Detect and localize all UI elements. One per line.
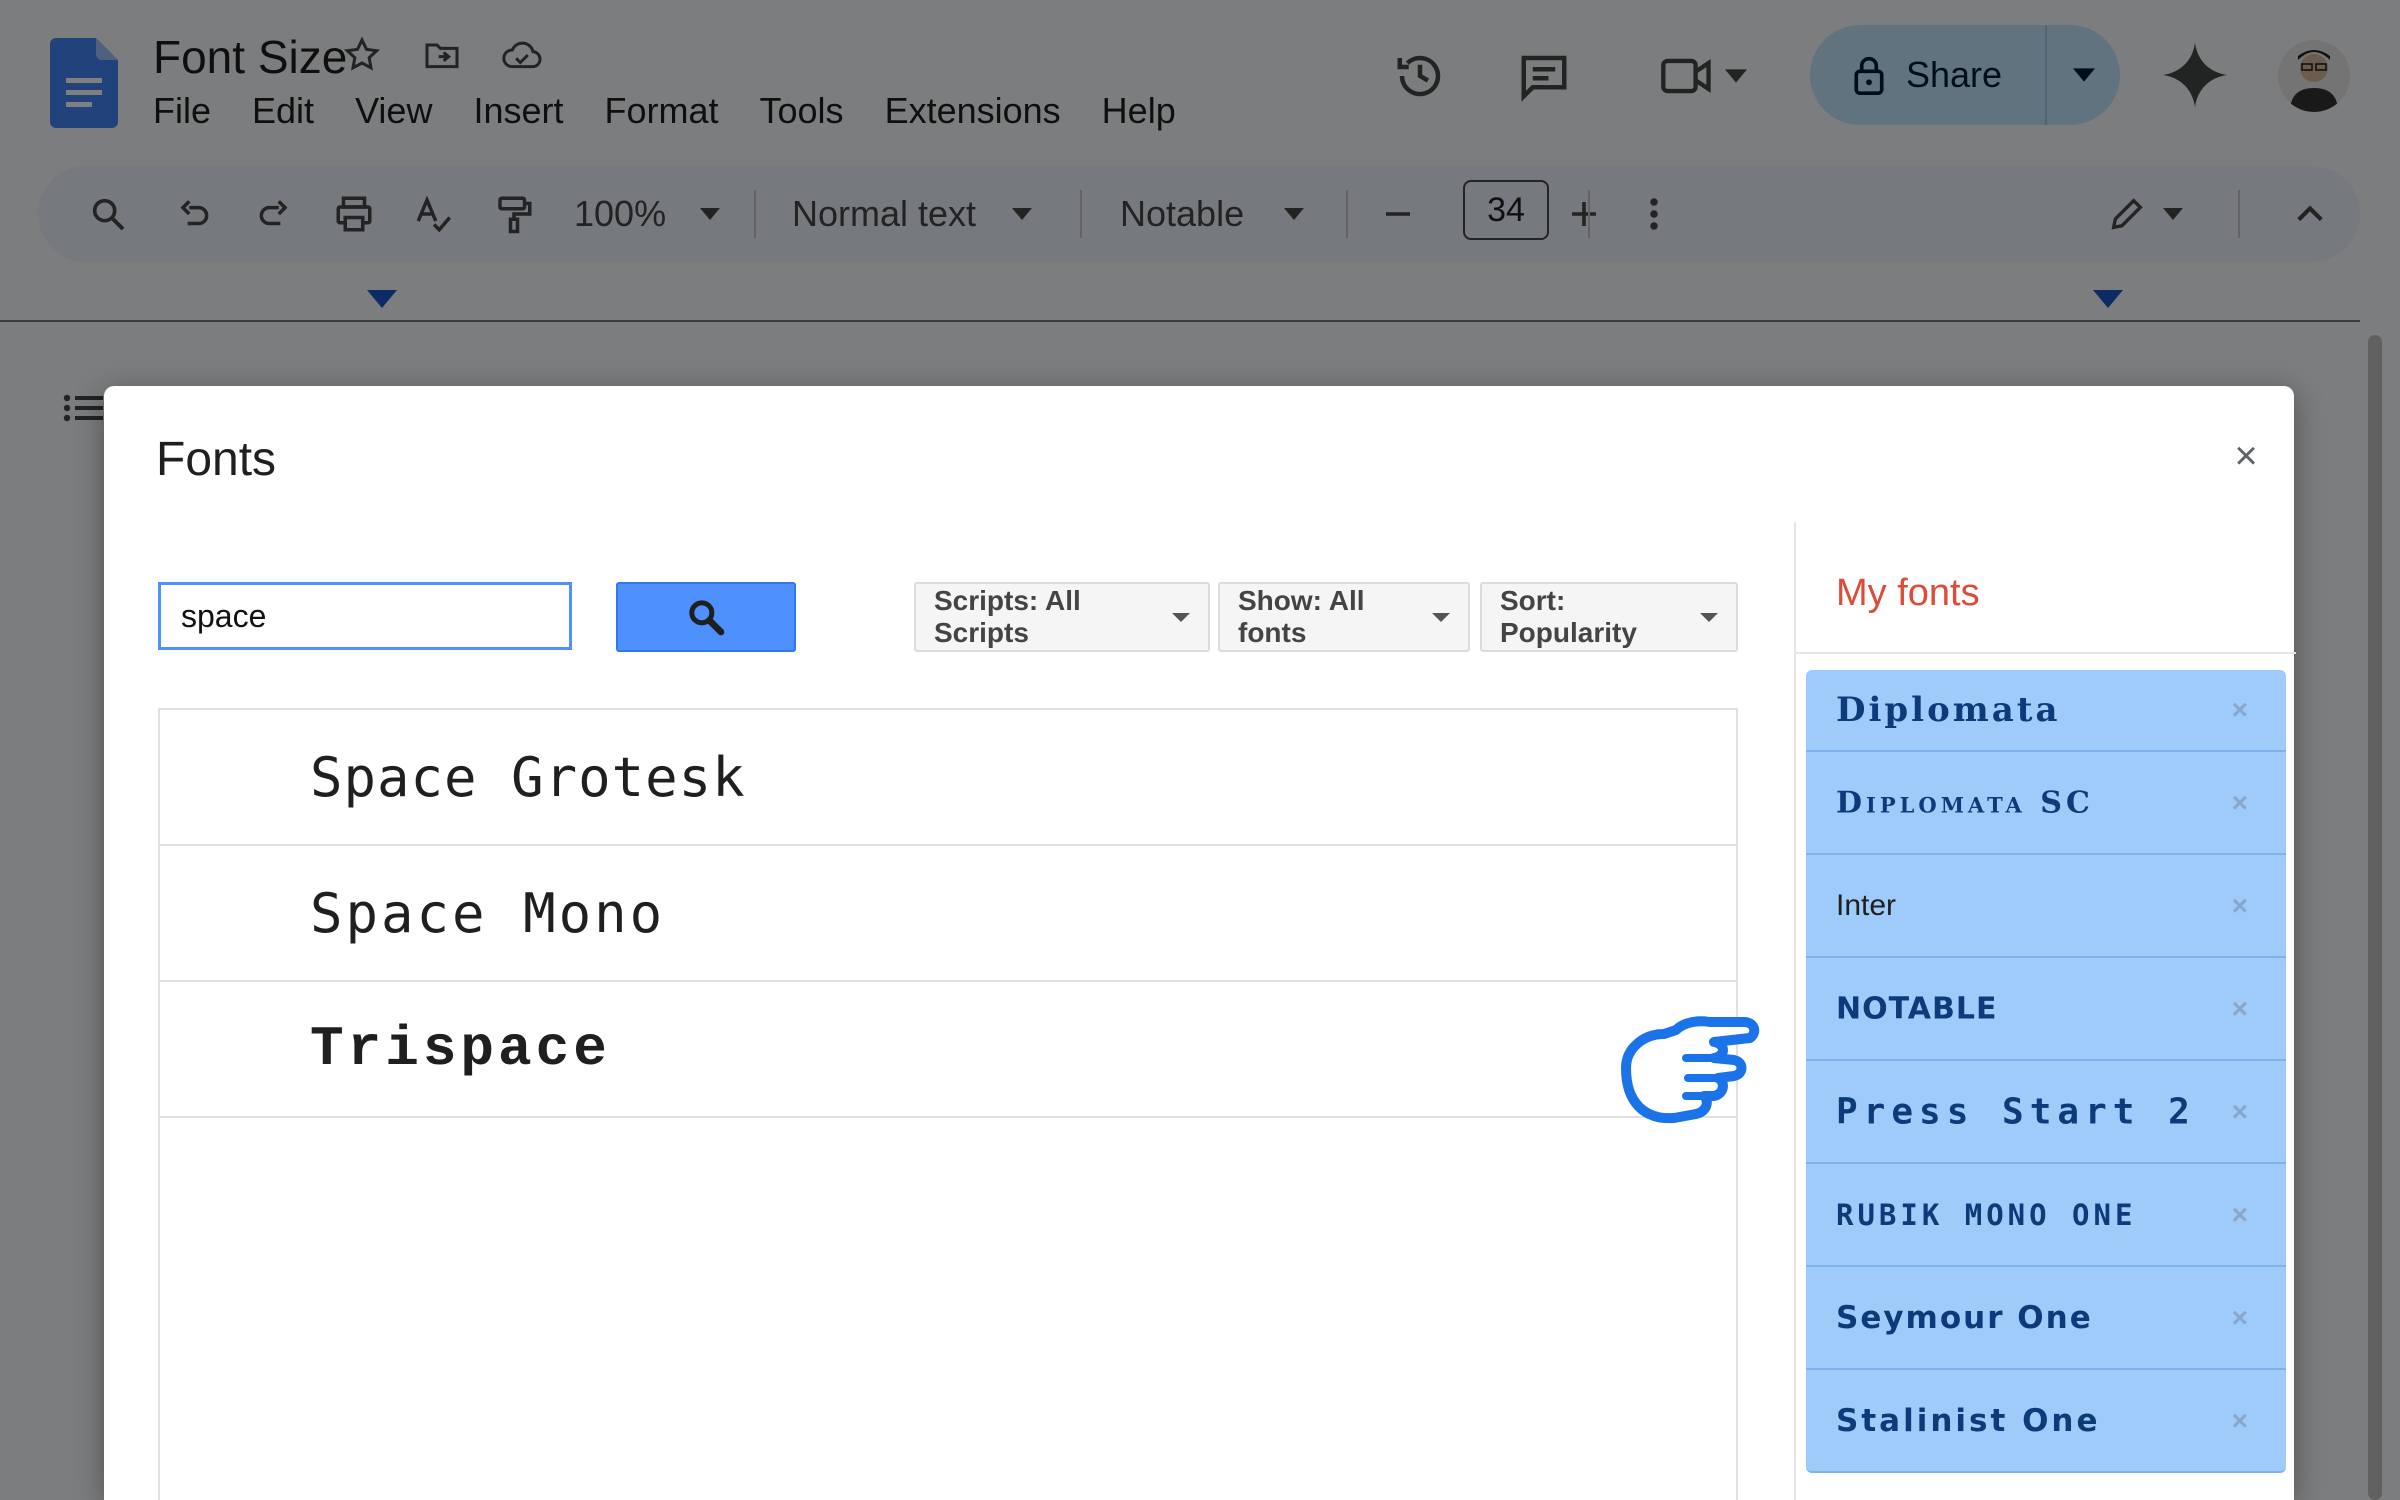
show-filter-label: Show: All fonts: [1238, 585, 1365, 648]
my-font-item[interactable]: Diplomata ×: [1806, 670, 2286, 752]
font-result-space-grotesk[interactable]: Space Grotesk: [160, 710, 1736, 846]
my-font-item[interactable]: RUBIK MONO ONE ×: [1806, 1164, 2286, 1267]
chevron-down-icon: [1700, 612, 1718, 622]
font-search-input[interactable]: [158, 582, 572, 650]
my-font-item[interactable]: NOTABLE ×: [1806, 958, 2286, 1061]
chevron-down-icon: [1432, 612, 1450, 622]
remove-font-icon[interactable]: ×: [2232, 1405, 2248, 1437]
my-fonts-list: Diplomata × Diplomata SC × Inter × NOTAB…: [1806, 670, 2286, 1473]
my-font-label: Seymour One: [1836, 1299, 2093, 1336]
my-font-item[interactable]: Stalinist One ×: [1806, 1370, 2286, 1473]
chevron-down-icon: [1172, 612, 1190, 622]
font-result-trispace[interactable]: Trispace: [160, 982, 1736, 1118]
show-filter[interactable]: Show: All fonts: [1218, 582, 1470, 652]
fonts-dialog: Fonts × Scripts: All Scripts Show: All f…: [104, 386, 2296, 1500]
my-font-label: Stalinist One: [1836, 1402, 2101, 1439]
my-font-item[interactable]: Diplomata SC ×: [1806, 752, 2286, 855]
hand-pointer-icon: [1621, 1016, 1760, 1124]
remove-font-icon[interactable]: ×: [2232, 1199, 2248, 1231]
my-font-item[interactable]: Seymour One ×: [1806, 1267, 2286, 1370]
my-font-label: Diplomata SC: [1836, 785, 2094, 820]
my-font-label: NOTABLE: [1836, 991, 1998, 1026]
remove-font-icon[interactable]: ×: [2232, 694, 2248, 726]
my-font-item[interactable]: Press Start 2P ×: [1806, 1061, 2286, 1164]
font-results-list: Space Grotesk Space Mono Trispace: [158, 708, 1738, 1500]
close-icon[interactable]: ×: [2226, 434, 2266, 478]
scripts-filter-label: Scripts: All Scripts: [934, 585, 1081, 648]
remove-font-icon[interactable]: ×: [2232, 1096, 2248, 1128]
dialog-title: Fonts: [156, 433, 277, 486]
search-icon: [689, 600, 725, 636]
my-font-label: Inter: [1836, 888, 1897, 922]
remove-font-icon[interactable]: ×: [2232, 993, 2248, 1025]
font-result-space-mono[interactable]: Space Mono: [160, 846, 1736, 982]
sort-filter[interactable]: Sort: Popularity: [1480, 582, 1738, 652]
my-font-label: Press Start 2P: [1836, 1091, 2196, 1132]
my-fonts-divider: [1796, 652, 2296, 654]
my-fonts-panel: My fonts Diplomata × Diplomata SC × Inte…: [1794, 522, 2296, 1500]
my-font-label: Diplomata: [1836, 690, 2061, 730]
remove-font-icon[interactable]: ×: [2232, 1302, 2248, 1334]
remove-font-icon[interactable]: ×: [2232, 890, 2248, 922]
scripts-filter[interactable]: Scripts: All Scripts: [914, 582, 1210, 652]
remove-font-icon[interactable]: ×: [2232, 787, 2248, 819]
my-font-label: RUBIK MONO ONE: [1836, 1197, 2137, 1232]
my-fonts-title: My fonts: [1836, 572, 1980, 614]
sort-filter-label: Sort: Popularity: [1500, 585, 1637, 648]
search-button[interactable]: [616, 582, 796, 652]
my-font-item[interactable]: Inter ×: [1806, 855, 2286, 958]
